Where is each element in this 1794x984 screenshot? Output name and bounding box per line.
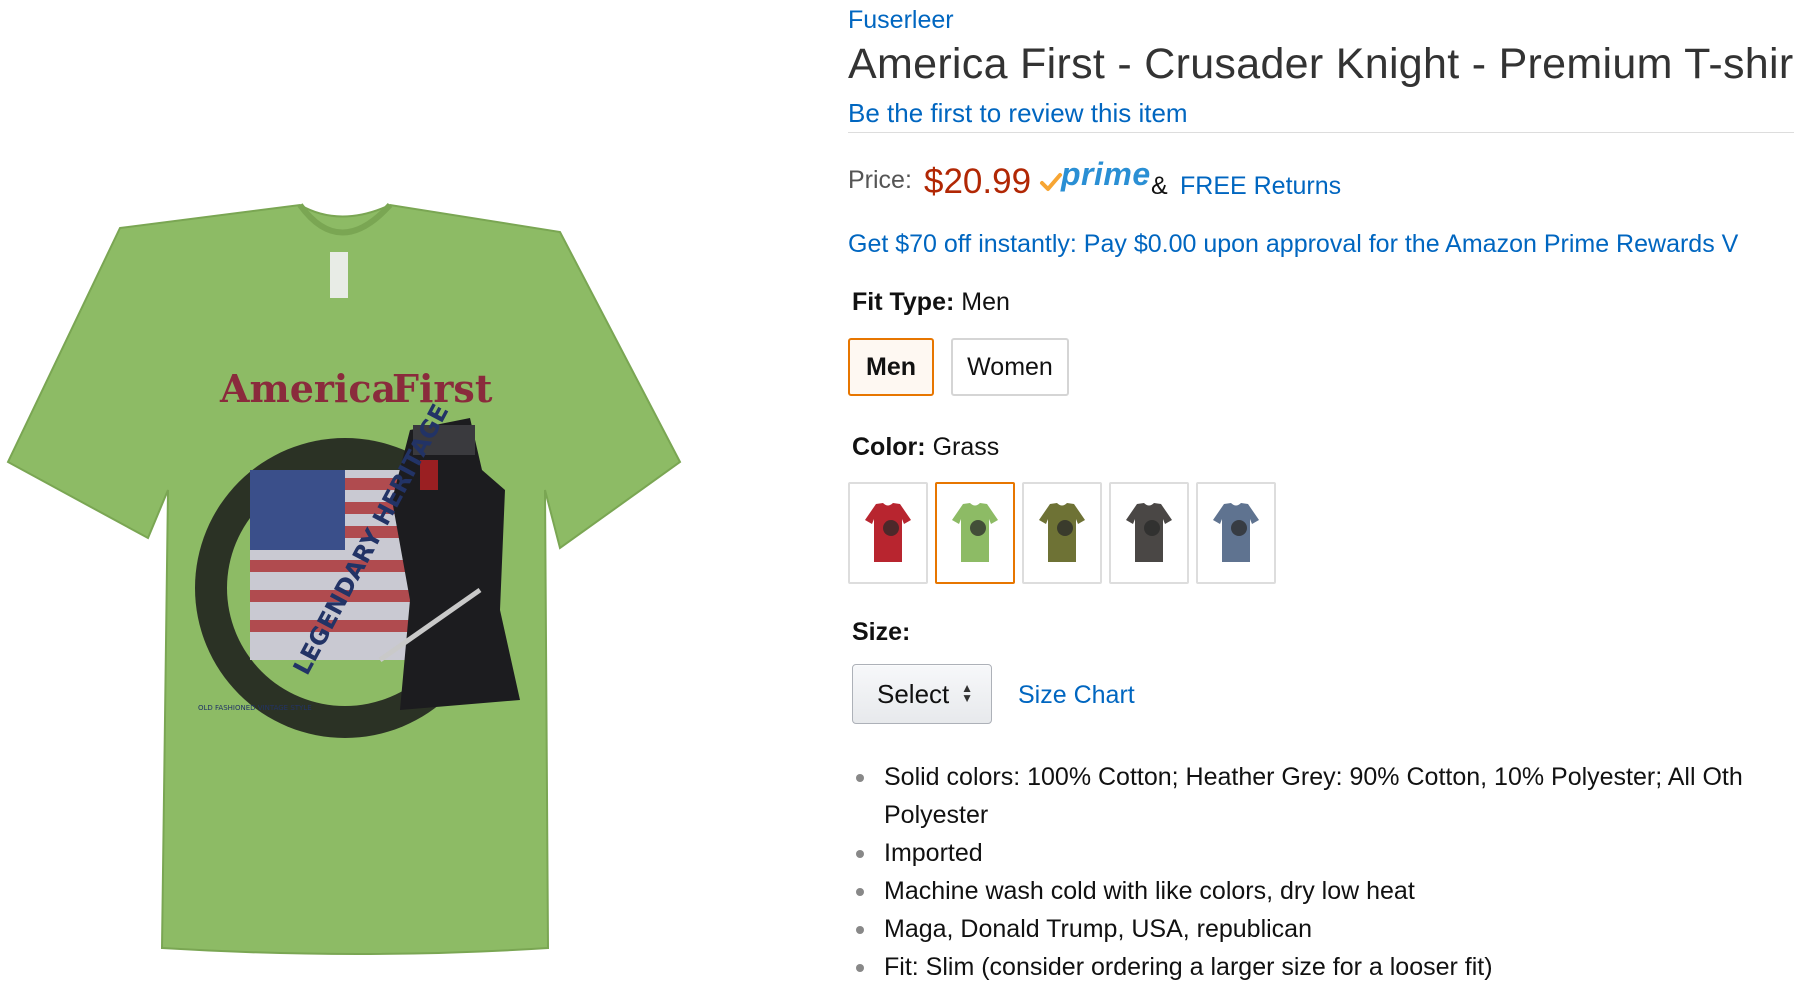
fit-type-selected: Men xyxy=(961,288,1010,316)
size-select[interactable]: Select ▲ ▼ xyxy=(852,664,992,724)
price-value: $20.99 xyxy=(924,162,1032,201)
bullet-item: Solid colors: 100% Cotton; Heather Grey:… xyxy=(848,758,1794,796)
brand-link[interactable]: Fuserleer xyxy=(848,6,954,35)
bullet-item-continuation: Polyester xyxy=(884,801,989,829)
bullet-item: Maga, Donald Trump, USA, republican xyxy=(848,910,1794,948)
product-image[interactable]: America First LEGENDARY HERITAGE OLD FAS… xyxy=(0,0,760,984)
fit-type-label: Fit Type: xyxy=(852,288,955,316)
red-swatch-shirt-icon xyxy=(865,503,911,562)
amp-text: & xyxy=(1151,172,1168,200)
slate-swatch-shirt-icon xyxy=(1213,503,1259,562)
charcoal-swatch-shirt-icon xyxy=(1126,503,1172,562)
review-link[interactable]: Be the first to review this item xyxy=(848,98,1188,129)
color-swatch-slate[interactable] xyxy=(1196,482,1276,584)
grass-swatch-shirt-icon xyxy=(952,503,998,562)
prime-check-icon xyxy=(1040,173,1062,191)
product-details: Fuserleer America First - Crusader Knigh… xyxy=(848,0,1794,984)
color-swatch-charcoal[interactable] xyxy=(1109,482,1189,584)
svg-text:OLD FASHIONED VINTAGE STYLE: OLD FASHIONED VINTAGE STYLE xyxy=(198,704,312,712)
select-arrows-icon: ▲ ▼ xyxy=(961,681,973,705)
promo-link[interactable]: Get $70 off instantly: Pay $0.00 upon ap… xyxy=(848,230,1738,259)
product-title: America First - Crusader Knight - Premiu… xyxy=(848,40,1794,88)
prime-logo[interactable]: prime xyxy=(1061,156,1151,193)
price-label: Price: xyxy=(848,166,912,194)
svg-text:First: First xyxy=(392,366,493,411)
svg-text:America: America xyxy=(219,366,396,411)
feature-bullets: Solid colors: 100% Cotton; Heather Grey:… xyxy=(848,758,1794,984)
bullet-item: Machine wash cold with like colors, dry … xyxy=(848,872,1794,910)
divider xyxy=(848,132,1794,133)
color-row: Color: Grass xyxy=(852,433,999,462)
size-select-label: Select xyxy=(877,679,950,709)
color-swatch-grass[interactable] xyxy=(935,482,1015,584)
fit-option-men[interactable]: Men xyxy=(848,338,934,396)
fit-type-row: Fit Type: Men xyxy=(852,288,1010,317)
size-label: Size: xyxy=(852,618,911,646)
bullet-item: Imported xyxy=(848,834,1794,872)
color-swatch-red[interactable] xyxy=(848,482,928,584)
color-label: Color: xyxy=(852,433,926,461)
size-chart-link[interactable]: Size Chart xyxy=(1018,681,1135,710)
bullet-item: Fit: Slim (consider ordering a larger si… xyxy=(848,948,1794,984)
tshirt-image: America First LEGENDARY HERITAGE OLD FAS… xyxy=(6,202,682,955)
color-swatch-olive[interactable] xyxy=(1022,482,1102,584)
free-returns-link[interactable]: FREE Returns xyxy=(1180,172,1341,201)
color-selected: Grass xyxy=(932,433,1000,461)
olive-swatch-shirt-icon xyxy=(1039,503,1085,562)
fit-option-women[interactable]: Women xyxy=(951,338,1069,396)
